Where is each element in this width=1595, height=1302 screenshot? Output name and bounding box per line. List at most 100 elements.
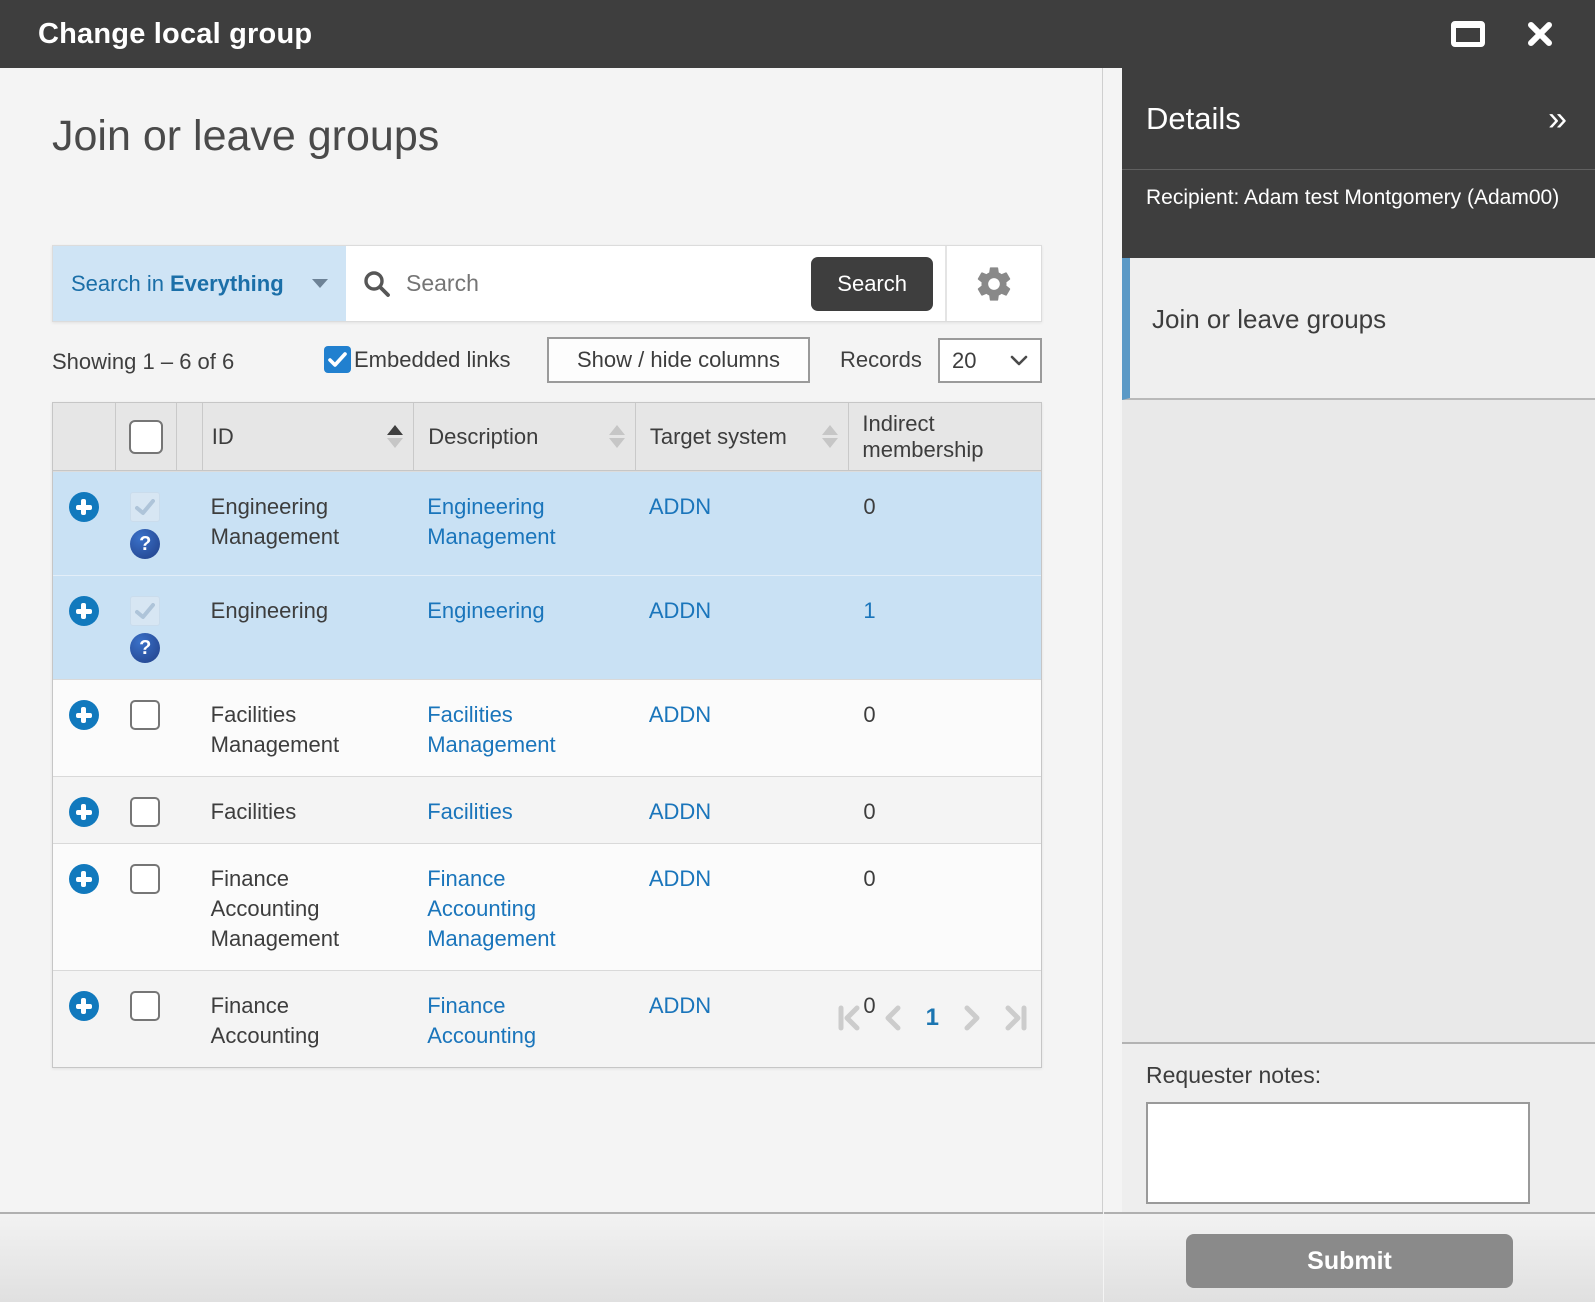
search-scope-dropdown[interactable]: Search in Everything [53, 246, 346, 321]
row-description-link[interactable]: Finance Accounting [427, 993, 536, 1048]
row-id: Finance Accounting [210, 993, 320, 1048]
expand-row-icon[interactable] [68, 797, 99, 827]
search-bar: Search in Everything Search [52, 245, 1042, 322]
footer-right: Submit [1104, 1212, 1595, 1302]
search-button[interactable]: Search [811, 256, 933, 311]
settings-gear-button[interactable] [947, 246, 1041, 321]
row-id: Facilities [210, 799, 297, 824]
main-content: Join or leave groups Search in Everythin… [0, 68, 1103, 1212]
table-row: Facilities Facilities ADDN 0 [53, 776, 1041, 843]
row-checkbox-checked-disabled[interactable] [130, 492, 161, 522]
embedded-links-checkbox[interactable]: Embedded links [324, 346, 511, 373]
row-target-system-link[interactable]: ADDN [649, 866, 711, 891]
records-per-page-select[interactable]: 20 [938, 338, 1042, 383]
row-description-link[interactable]: Facilities [427, 799, 513, 824]
header-indirect-membership: Indirect membership [848, 403, 1041, 470]
row-indirect-membership: 0 [863, 799, 876, 824]
row-checkbox[interactable] [130, 797, 161, 827]
chevron-down-icon [312, 279, 328, 288]
row-indirect-membership-link[interactable]: 1 [863, 598, 875, 623]
row-indirect-membership: 0 [863, 494, 876, 519]
row-checkbox-checked-disabled[interactable] [130, 596, 161, 626]
change-local-group-dialog: Change local group Join or leave groups … [0, 0, 1595, 1302]
row-description-link[interactable]: Facilities Management [427, 702, 555, 757]
row-indirect-membership: 0 [863, 702, 876, 727]
row-checkbox[interactable] [130, 700, 161, 730]
row-target-system-link[interactable]: ADDN [649, 993, 711, 1018]
row-target-system-link[interactable]: ADDN [649, 598, 711, 623]
details-item-label: Join or leave groups [1152, 303, 1387, 334]
expand-row-icon[interactable] [68, 700, 99, 730]
first-page-icon[interactable] [834, 1004, 864, 1032]
row-checkbox[interactable] [130, 991, 161, 1021]
expand-row-icon[interactable] [68, 492, 99, 522]
header-target-system[interactable]: Target system [634, 403, 849, 470]
footer: Submit [0, 1212, 1595, 1302]
table-controls: Showing 1 – 6 of 6 Embedded links Show /… [52, 337, 1042, 385]
search-icon [364, 270, 390, 297]
row-target-system-link[interactable]: ADDN [649, 799, 711, 824]
header-expand-column [53, 403, 115, 470]
recipient-info: Recipient: Adam test Montgomery (Adam00) [1122, 170, 1595, 258]
collapse-panel-icon[interactable]: » [1548, 102, 1567, 136]
search-scope-value: Everything [169, 270, 284, 296]
row-indirect-membership: 0 [863, 866, 876, 891]
table-row: Finance Accounting Management Finance Ac… [53, 843, 1041, 970]
previous-page-icon[interactable] [880, 1004, 904, 1032]
details-title: Details [1146, 100, 1241, 136]
title-bar: Change local group [0, 0, 1595, 68]
row-id: Engineering [210, 598, 329, 623]
window-title: Change local group [38, 17, 313, 50]
search-scope-prefix: Search in [71, 270, 164, 296]
requester-notes-section: Requester notes: [1122, 1042, 1595, 1212]
table-header: ID Description Target system Indirect me… [53, 403, 1041, 471]
next-page-icon[interactable] [961, 1004, 985, 1032]
page-number[interactable]: 1 [920, 1004, 945, 1032]
search-field [346, 246, 811, 321]
question-icon[interactable]: ? [130, 529, 161, 559]
header-description[interactable]: Description [413, 403, 635, 470]
sort-asc-icon [387, 425, 404, 448]
question-icon[interactable]: ? [130, 633, 161, 663]
table-row: Facilities Management Facilities Managem… [53, 679, 1041, 776]
sort-icon [822, 425, 839, 448]
maximize-icon[interactable] [1451, 21, 1485, 47]
chevron-down-icon [1010, 355, 1028, 366]
select-all-checkbox[interactable] [128, 419, 163, 454]
row-description-link[interactable]: Engineering [427, 598, 544, 623]
row-id: Facilities Management [210, 702, 340, 757]
expand-row-icon[interactable] [68, 991, 99, 1021]
expand-row-icon[interactable] [68, 864, 99, 894]
close-icon[interactable] [1525, 19, 1555, 49]
details-empty-area [1122, 400, 1595, 1042]
details-item-join-or-leave-groups[interactable]: Join or leave groups [1122, 258, 1595, 400]
row-description-link[interactable]: Finance Accounting Management [427, 866, 555, 951]
details-header: Details » [1122, 68, 1595, 170]
table-row: ? Engineering Management Engineering Man… [53, 471, 1041, 575]
sort-icon [608, 425, 625, 448]
showing-count: Showing 1 – 6 of 6 [52, 349, 235, 374]
records-label: Records [840, 347, 922, 372]
row-target-system-link[interactable]: ADDN [649, 494, 711, 519]
expand-row-icon[interactable] [68, 596, 99, 626]
header-id[interactable]: ID [201, 403, 414, 470]
submit-button[interactable]: Submit [1186, 1234, 1513, 1288]
header-select-all [114, 403, 176, 470]
search-input[interactable] [406, 270, 796, 297]
show-hide-columns-button[interactable]: Show / hide columns [547, 337, 810, 383]
row-id: Engineering Management [210, 494, 340, 549]
last-page-icon[interactable] [1001, 1004, 1031, 1032]
page-title: Join or leave groups [52, 112, 440, 160]
records-value: 20 [952, 347, 977, 373]
row-description-link[interactable]: Engineering Management [427, 494, 555, 549]
row-checkbox[interactable] [130, 864, 161, 894]
requester-notes-input[interactable] [1146, 1102, 1530, 1204]
checkbox-checked-icon [324, 346, 351, 373]
table-row: ? Engineering Engineering ADDN 1 [53, 575, 1041, 679]
row-target-system-link[interactable]: ADDN [649, 702, 711, 727]
footer-left [0, 1212, 1103, 1302]
groups-table: ID Description Target system Indirect me… [52, 402, 1042, 1068]
row-id: Finance Accounting Management [210, 866, 340, 951]
details-panel: Details » Recipient: Adam test Montgomer… [1104, 68, 1595, 1212]
header-spacer-column [175, 403, 202, 470]
